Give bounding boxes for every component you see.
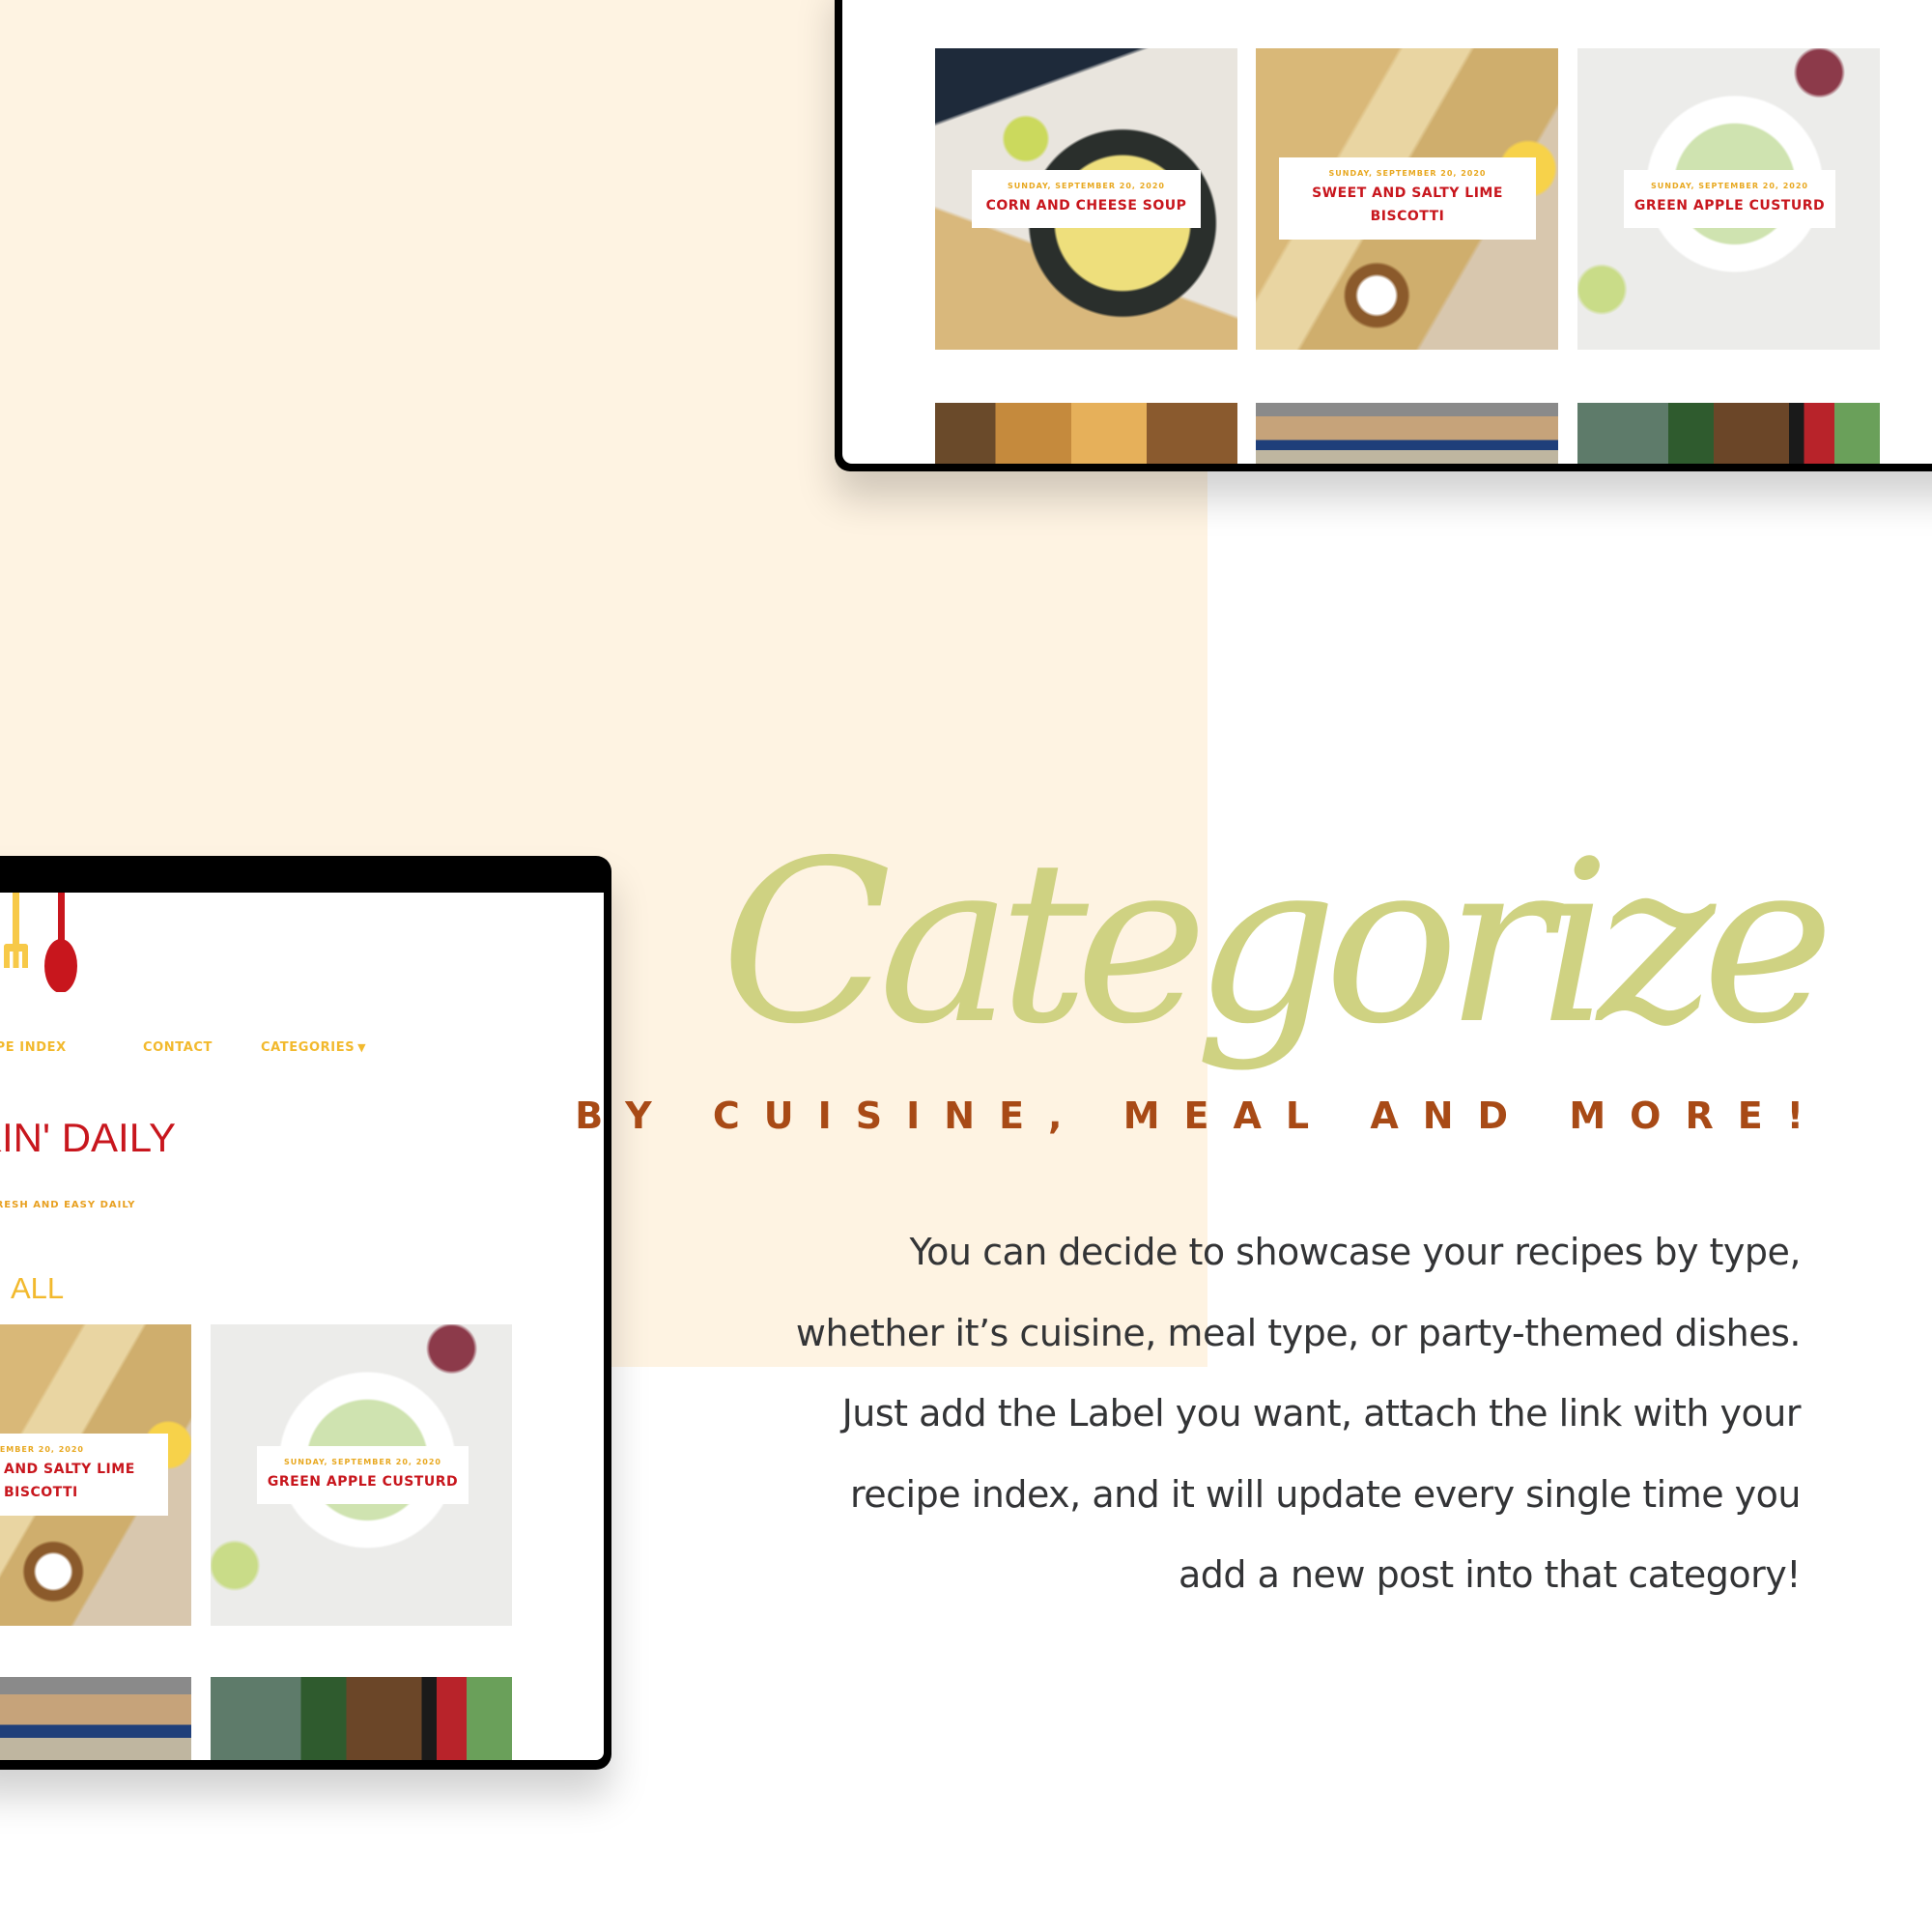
chevron-down-icon: ▼ — [357, 1041, 367, 1054]
bottom-laptop-mockup: cipe Index Contact Categories▼ KIN' DAIL… — [0, 856, 611, 1770]
recipe-card[interactable]: Sunday, September 20, 2020 Green Apple C… — [1577, 48, 1880, 350]
recipe-title[interactable]: Green Apple Custurd — [268, 1470, 458, 1493]
recipe-card-salad-photo[interactable] — [1256, 403, 1558, 464]
top-laptop-mockup: Sunday, September 20, 2020 Corn and Chee… — [835, 0, 1932, 471]
recipe-date: Sunday, September 20, 2020 — [283, 1457, 441, 1466]
recipe-card[interactable]: y, September 20, 2020 and Salty Lime Bis… — [0, 1324, 191, 1626]
recipe-card[interactable]: Sunday, September 20, 2020 Sweet and Sal… — [1256, 48, 1558, 350]
recipe-date: Sunday, September 20, 2020 — [1328, 169, 1487, 178]
recipe-label: Sunday, September 20, 2020 Sweet and Sal… — [1279, 157, 1536, 240]
recipe-label: Sunday, September 20, 2020 Green Apple C… — [257, 1446, 469, 1504]
section-heading-all: ALL — [11, 1271, 65, 1305]
body-line: You can decide to showcase your recipes … — [909, 1231, 1802, 1273]
site-tagline: ing fresh and easy daily — [0, 1200, 136, 1210]
recipe-card[interactable]: Sunday, September 20, 2020 Green Apple C… — [211, 1324, 512, 1626]
nav-link-recipe-index[interactable]: cipe Index — [0, 1040, 67, 1055]
recipe-label: y, September 20, 2020 and Salty Lime Bis… — [0, 1434, 168, 1516]
recipe-card-salad-photo[interactable] — [0, 1677, 191, 1760]
body-line: add a new post into that category! — [1178, 1553, 1802, 1596]
spoon-icon — [44, 893, 77, 992]
recipe-title[interactable]: Sweet and Salty Lime Biscotti — [1301, 182, 1514, 228]
bottom-laptop-screen: cipe Index Contact Categories▼ KIN' DAIL… — [0, 893, 604, 1760]
recipe-title-line1[interactable]: and Salty Lime — [0, 1458, 135, 1481]
headline-categorize: Categorize — [720, 812, 1834, 1073]
body-line: whether it’s cuisine, meal type, or part… — [795, 1311, 1802, 1354]
recipe-label: Sunday, September 20, 2020 Corn and Chee… — [972, 170, 1201, 228]
fork-icon — [4, 893, 28, 968]
recipe-title[interactable]: Corn and Cheese Soup — [986, 194, 1187, 217]
body-copy: You can decide to showcase your recipes … — [738, 1212, 1802, 1616]
recipe-date: Sunday, September 20, 2020 — [1007, 181, 1165, 190]
top-laptop-screen: Sunday, September 20, 2020 Corn and Chee… — [842, 0, 1932, 464]
recipe-card[interactable]: Sunday, September 20, 2020 Corn and Chee… — [935, 48, 1237, 350]
body-line: Just add the Label you want, attach the … — [841, 1392, 1802, 1435]
recipe-title[interactable]: Green Apple Custurd — [1634, 194, 1825, 217]
subheadline: By cuisine, meal and more! — [575, 1094, 1828, 1137]
body-line: recipe index, and it will update every s… — [850, 1472, 1802, 1516]
site-title[interactable]: KIN' DAILY — [0, 1115, 176, 1161]
recipe-card-salsa-photo[interactable] — [211, 1677, 512, 1760]
site-title-text: KIN' DAILY — [0, 1115, 176, 1160]
nav-link-contact[interactable]: Contact — [143, 1040, 213, 1055]
recipe-date: Sunday, September 20, 2020 — [1650, 181, 1808, 190]
recipe-card-salsa-photo[interactable] — [1577, 403, 1880, 464]
recipe-title-line2[interactable]: Biscotti — [0, 1481, 78, 1504]
recipe-card-cafe-photo[interactable] — [935, 403, 1237, 464]
nav-categories-label: Categories — [261, 1040, 355, 1055]
nav-link-categories[interactable]: Categories ▼ — [261, 1040, 366, 1055]
recipe-label: Sunday, September 20, 2020 Green Apple C… — [1624, 170, 1835, 228]
recipe-date: y, September 20, 2020 — [0, 1445, 84, 1454]
